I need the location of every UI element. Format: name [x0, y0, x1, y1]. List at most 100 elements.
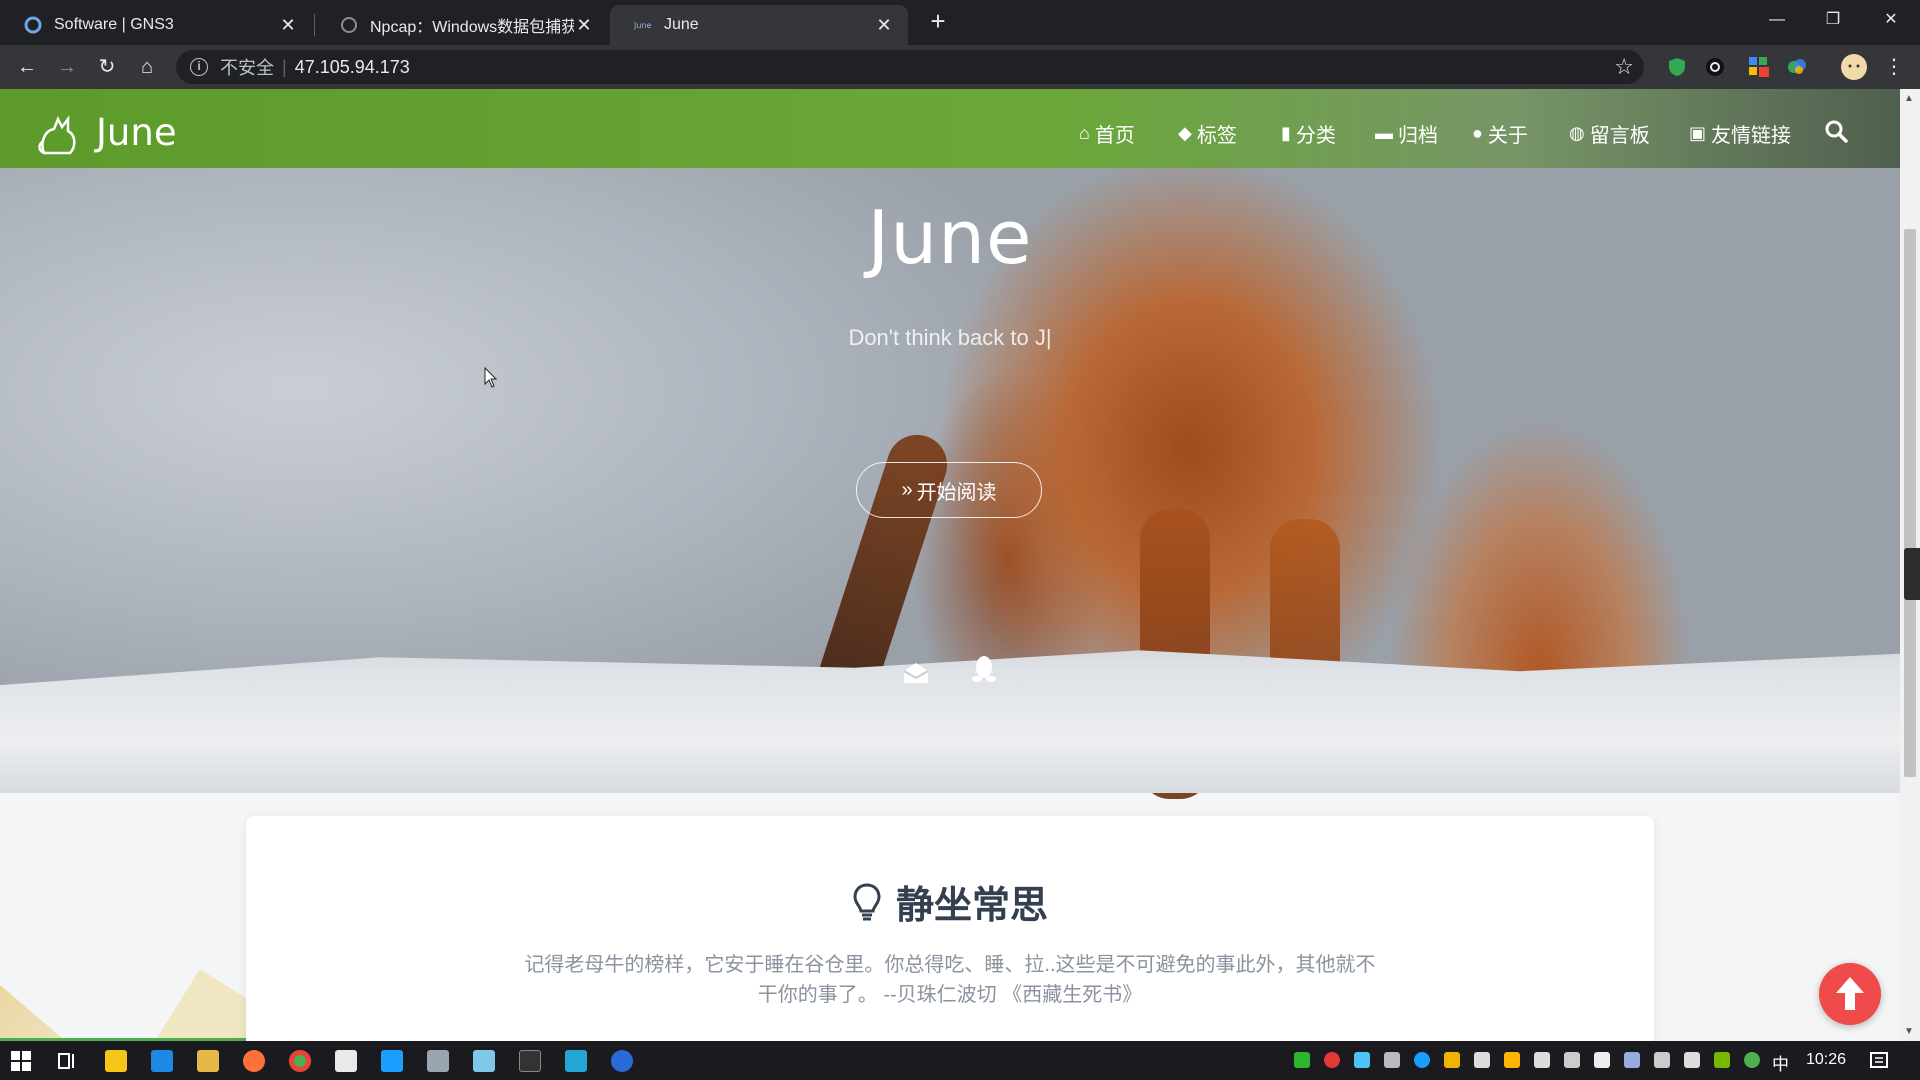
nav-home[interactable]: ⌂ 首页: [1079, 119, 1135, 148]
back-button[interactable]: ←: [13, 53, 41, 81]
nav-tags[interactable]: ◆ 标签: [1178, 119, 1237, 148]
shield-extension-icon[interactable]: [1666, 56, 1688, 78]
nav-archive[interactable]: ▬ 归档: [1375, 119, 1438, 148]
steam-icon[interactable]: [381, 1050, 403, 1072]
cat-logo-icon[interactable]: [36, 113, 84, 157]
nav-label: 归档: [1398, 125, 1438, 147]
svg-text:June: June: [634, 21, 652, 30]
nvidia-icon[interactable]: [1714, 1052, 1730, 1068]
tray-bookmark-icon[interactable]: [1594, 1052, 1610, 1068]
app-icon[interactable]: [565, 1050, 587, 1072]
nav-label: 友情链接: [1711, 125, 1792, 147]
double-chevron-down-icon: »: [901, 478, 913, 501]
document-app-icon[interactable]: [335, 1050, 357, 1072]
quote-heading-text: 静坐常思: [895, 885, 1048, 927]
wifi-icon[interactable]: [1474, 1052, 1490, 1068]
task-view-icon[interactable]: [56, 1050, 78, 1072]
browser-toolbar: ← → ↻ ⌂ i 不安全 | 47.105.94.173 ☆ ⋮: [0, 45, 1920, 89]
nav-about[interactable]: ● 关于: [1472, 119, 1528, 148]
windows-taskbar: 中 10:26: [0, 1041, 1920, 1080]
url-text: 47.105.94.173: [294, 56, 410, 77]
new-tab-button[interactable]: +: [924, 8, 952, 36]
tray-v-icon[interactable]: [1294, 1052, 1310, 1068]
qq-penguin-icon[interactable]: [972, 655, 996, 683]
scroll-up-arrow-icon[interactable]: ▲: [1904, 93, 1914, 104]
restore-button[interactable]: ❐: [1810, 0, 1856, 40]
monitor-app-icon[interactable]: [427, 1050, 449, 1072]
site-navbar: June ⌂ 首页 ◆ 标签 ▮ 分类 ▬ 归档 ● 关于 ◍ 留言板 ▣ 友情…: [0, 89, 1900, 168]
tab-title: June: [664, 16, 699, 33]
tab-gns3[interactable]: Software | GNS3 ✕: [0, 5, 312, 45]
back-to-top-button[interactable]: [1819, 963, 1881, 1025]
start-reading-button[interactable]: » 开始阅读: [856, 462, 1042, 518]
tab-title: Npcap：Windows数据包捕获库: [370, 19, 574, 36]
envelope-icon[interactable]: [902, 661, 930, 685]
tab-title: Software | GNS3: [54, 16, 174, 33]
forward-button[interactable]: →: [53, 53, 81, 81]
chrome-icon[interactable]: [289, 1050, 311, 1072]
notification-center-icon[interactable]: [1868, 1050, 1890, 1072]
hero-title: June: [867, 195, 1033, 281]
hero-image-snow: [0, 650, 1900, 793]
mail-app-icon[interactable]: [151, 1050, 173, 1072]
tray-display-icon[interactable]: [1654, 1052, 1670, 1068]
tray-globe-icon[interactable]: [1744, 1052, 1760, 1068]
tray-keyboard-icon[interactable]: [1564, 1052, 1580, 1068]
address-book-icon: ▣: [1689, 123, 1707, 143]
info-icon[interactable]: i: [190, 58, 208, 76]
address-bar[interactable]: i 不安全 | 47.105.94.173 ☆: [176, 50, 1644, 84]
windows-start-icon[interactable]: [10, 1050, 32, 1072]
reload-button[interactable]: ↻: [93, 53, 121, 81]
tray-network-icon[interactable]: [1624, 1052, 1640, 1068]
divider: |: [282, 56, 287, 77]
side-panel-handle[interactable]: [1904, 548, 1920, 600]
terminal-icon[interactable]: [519, 1050, 541, 1072]
circle-extension-icon[interactable]: [1704, 56, 1726, 78]
nav-label: 关于: [1487, 125, 1528, 147]
home-icon: ⌂: [1079, 123, 1090, 143]
tray-search-icon[interactable]: [1504, 1052, 1520, 1068]
site-name[interactable]: June: [96, 111, 177, 154]
archive-icon: ▬: [1375, 123, 1393, 143]
search-icon[interactable]: [1824, 119, 1848, 143]
nav-categories[interactable]: ▮ 分类: [1281, 119, 1336, 148]
nav-friend-links[interactable]: ▣ 友情链接: [1689, 119, 1791, 148]
file-explorer-icon[interactable]: [197, 1050, 219, 1072]
scroll-thumb[interactable]: [1904, 229, 1916, 777]
close-icon[interactable]: ✕: [874, 15, 894, 35]
menu-icon[interactable]: ⋮: [1880, 53, 1908, 81]
sticky-notes-icon[interactable]: [105, 1050, 127, 1072]
close-icon[interactable]: ✕: [278, 15, 298, 35]
volume-icon[interactable]: [1534, 1052, 1550, 1068]
input-method-indicator[interactable]: 中: [1772, 1050, 1789, 1075]
battery-icon[interactable]: [1684, 1052, 1700, 1068]
quote-card: 静坐常思 记得老母牛的榜样，它安于睡在谷仓里。你总得吃、睡、拉..这些是不可避免…: [246, 816, 1654, 1041]
avatar[interactable]: [1840, 53, 1868, 81]
close-icon[interactable]: ✕: [574, 15, 594, 35]
tray-shield-icon[interactable]: [1444, 1052, 1460, 1068]
gns3-app-icon[interactable]: [611, 1050, 633, 1072]
user-circle-icon: ●: [1472, 123, 1483, 143]
home-button[interactable]: ⌂: [133, 53, 161, 81]
system-clock[interactable]: 10:26: [1806, 1051, 1846, 1069]
tray-mic-icon[interactable]: [1384, 1052, 1400, 1068]
nav-label: 标签: [1196, 125, 1237, 147]
lightbulb-icon: [853, 882, 881, 920]
colorful-extension-icon[interactable]: [1786, 56, 1808, 78]
page-viewport: June ⌂ 首页 ◆ 标签 ▮ 分类 ▬ 归档 ● 关于 ◍ 留言板 ▣ 友情…: [0, 89, 1900, 1041]
firefox-icon[interactable]: [243, 1050, 265, 1072]
scroll-down-arrow-icon[interactable]: ▼: [1904, 1026, 1914, 1037]
nav-label: 分类: [1295, 125, 1336, 147]
grid-extension-icon[interactable]: [1748, 56, 1770, 78]
tab-npcap[interactable]: Npcap：Windows数据包捕获库 ✕: [316, 5, 608, 45]
tab-june[interactable]: June June ✕: [610, 5, 908, 45]
tray-record-icon[interactable]: [1324, 1052, 1340, 1068]
tray-monitor-icon[interactable]: [1354, 1052, 1370, 1068]
notepad-icon[interactable]: [473, 1050, 495, 1072]
nav-guestbook[interactable]: ◍ 留言板: [1569, 119, 1650, 148]
minimize-button[interactable]: —: [1754, 0, 1800, 40]
tray-steam-icon[interactable]: [1414, 1052, 1430, 1068]
quote-text: 记得老母牛的榜样，它安于睡在谷仓里。你总得吃、睡、拉..这些是不可避免的事此外，…: [524, 954, 1376, 1006]
window-close-button[interactable]: ✕: [1868, 0, 1914, 40]
bookmark-star-icon[interactable]: ☆: [1614, 54, 1634, 80]
